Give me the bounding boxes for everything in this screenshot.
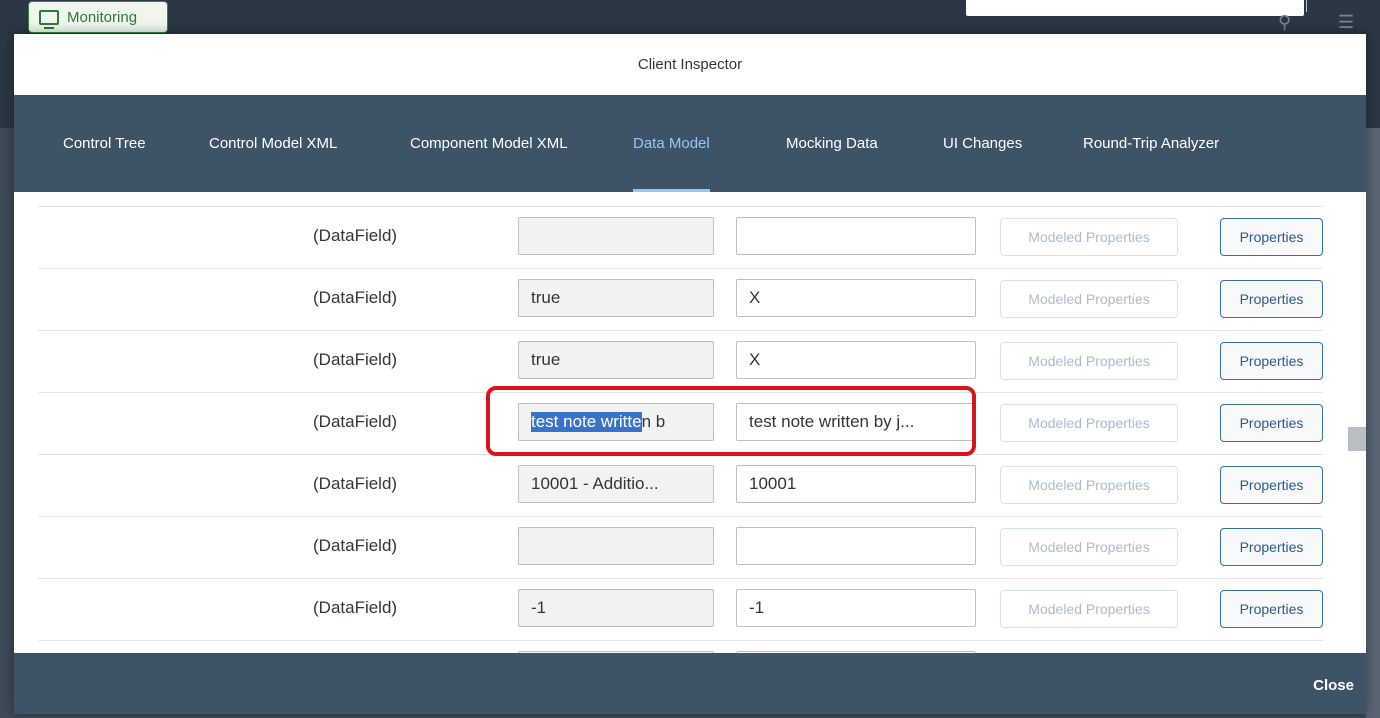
- modeled-properties-button[interactable]: Modeled Properties: [1000, 528, 1178, 566]
- tab-mocking-data[interactable]: Mocking Data: [786, 95, 878, 192]
- table-row: (DataField) true X Modeled Properties Pr…: [38, 268, 1323, 331]
- properties-button[interactable]: Properties: [1220, 590, 1323, 628]
- properties-button[interactable]: Properties: [1220, 404, 1323, 442]
- value-field[interactable]: true: [518, 279, 714, 317]
- row-label: (DataField): [313, 350, 398, 369]
- modeled-properties-button[interactable]: Modeled Properties: [1000, 590, 1178, 628]
- value-field[interactable]: true: [518, 341, 714, 379]
- scrollbar-thumb[interactable]: [1348, 427, 1366, 451]
- close-button[interactable]: Close: [1313, 677, 1354, 694]
- properties-button[interactable]: Properties: [1220, 218, 1323, 256]
- tab-control-tree[interactable]: Control Tree: [63, 95, 146, 192]
- modeled-properties-button[interactable]: Modeled Properties: [1000, 404, 1178, 442]
- notifications-icon[interactable]: ☰: [1338, 12, 1354, 33]
- row-label: (DataField): [313, 598, 398, 617]
- row-label: (DataField): [313, 536, 398, 555]
- tab-bar: Control Tree Control Model XML Component…: [14, 95, 1366, 192]
- edit-field[interactable]: X: [736, 341, 976, 379]
- properties-button[interactable]: Properties: [1220, 342, 1323, 380]
- value-field[interactable]: [518, 527, 714, 565]
- data-model-content: (DataField) Modeled Properties Propertie…: [14, 192, 1366, 653]
- edit-field[interactable]: [736, 527, 976, 565]
- table-row: (DataField) Modeled Properties Propertie…: [38, 206, 1323, 269]
- background-left-panel: [0, 128, 14, 718]
- properties-button[interactable]: Properties: [1220, 528, 1323, 566]
- properties-button[interactable]: Properties: [1220, 280, 1323, 318]
- table-row: (DataField) -1 -1 Modeled Properties Pro…: [38, 578, 1323, 641]
- edit-field[interactable]: -1: [736, 589, 976, 627]
- background-right-panel: [1366, 128, 1380, 718]
- dialog-header: Client Inspector: [14, 34, 1366, 95]
- highlight-annotation: [486, 386, 976, 456]
- value-field[interactable]: [518, 217, 714, 255]
- modeled-properties-button[interactable]: Modeled Properties: [1000, 218, 1178, 256]
- background-search-field[interactable]: [966, 0, 1304, 16]
- tab-round-trip-analyzer[interactable]: Round-Trip Analyzer: [1083, 95, 1219, 192]
- modeled-properties-button[interactable]: Modeled Properties: [1000, 342, 1178, 380]
- edit-field[interactable]: X: [736, 279, 976, 317]
- monitoring-label: Monitoring: [67, 8, 138, 26]
- search-icon[interactable]: ⚲: [1278, 12, 1291, 33]
- row-label: (DataField): [313, 288, 398, 307]
- table-row: (DataField) 10001 - Additio... 10001 Mod…: [38, 454, 1323, 517]
- dialog-footer: Close: [14, 653, 1366, 714]
- value-field[interactable]: -1: [518, 589, 714, 627]
- table-row: (DataField) true X Modeled Properties Pr…: [38, 330, 1323, 393]
- properties-button[interactable]: Properties: [1220, 466, 1323, 504]
- row-label: (DataField): [313, 226, 398, 245]
- monitoring-button[interactable]: Monitoring: [28, 1, 168, 33]
- background-search-divider: [1306, 0, 1307, 12]
- tab-data-model[interactable]: Data Model: [633, 95, 710, 192]
- modeled-properties-button[interactable]: Modeled Properties: [1000, 466, 1178, 504]
- tab-control-model-xml[interactable]: Control Model XML: [209, 95, 337, 192]
- client-inspector-dialog: Client Inspector Control Tree Control Mo…: [14, 34, 1366, 714]
- monitor-icon: [39, 9, 59, 29]
- value-field[interactable]: 10001 - Additio...: [518, 465, 714, 503]
- row-label: (DataField): [313, 412, 398, 431]
- row-label: (DataField): [313, 474, 398, 493]
- dialog-title: Client Inspector: [637, 56, 743, 73]
- table-row-partial: [38, 640, 1323, 653]
- edit-field[interactable]: 10001: [736, 465, 976, 503]
- modeled-properties-button[interactable]: Modeled Properties: [1000, 280, 1178, 318]
- tab-component-model-xml[interactable]: Component Model XML: [410, 95, 568, 192]
- edit-field[interactable]: [736, 217, 976, 255]
- tab-ui-changes[interactable]: UI Changes: [943, 95, 1022, 192]
- table-row: (DataField) Modeled Properties Propertie…: [38, 516, 1323, 579]
- table-row-partial: [38, 192, 1323, 207]
